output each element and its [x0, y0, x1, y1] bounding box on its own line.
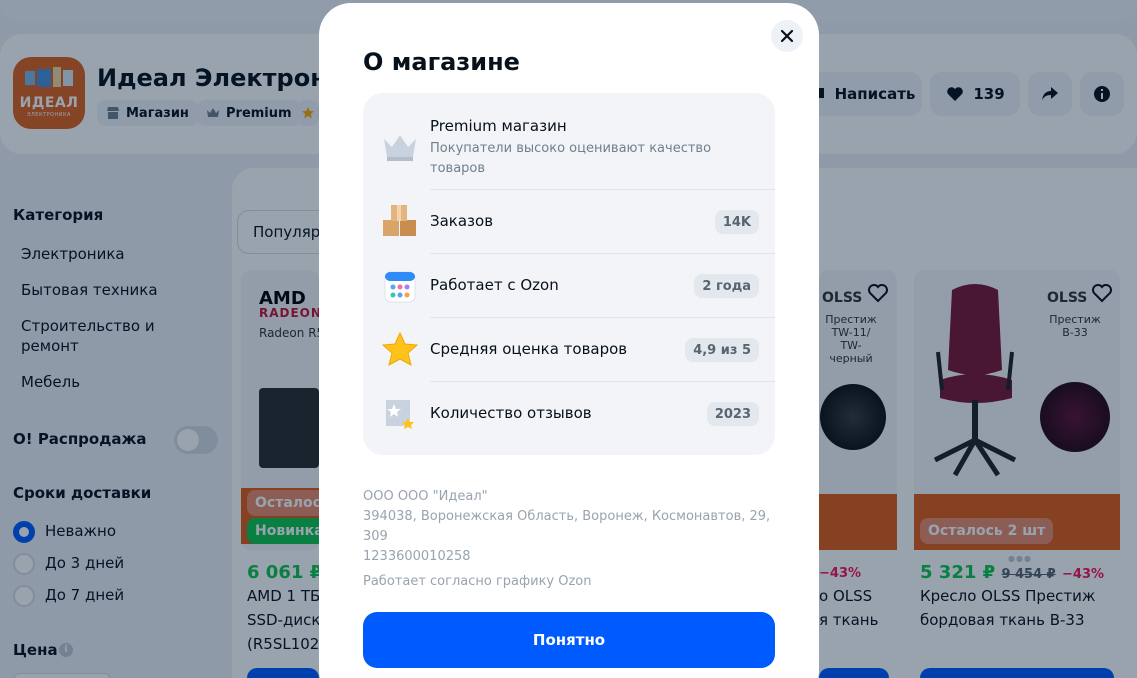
modal-title: О магазине: [363, 48, 520, 76]
legal-company: ООО ООО "Идеал": [363, 489, 488, 504]
boxes-icon: [383, 205, 416, 236]
crown-icon: [384, 135, 416, 161]
about-shop-modal: О магазине Premium магазин Покупатели вы…: [319, 3, 819, 678]
info-row-subtext: Покупатели высоко оценивают качество тов…: [430, 141, 712, 176]
shop-info-card: Premium магазин Покупатели высоко оценив…: [363, 93, 775, 455]
info-row-value: 2 года: [694, 274, 759, 298]
close-button[interactable]: [771, 20, 803, 52]
review-icon: [386, 400, 414, 429]
info-row-value: 14K: [714, 210, 759, 234]
star-icon: [381, 331, 419, 366]
calendar-icon: [384, 271, 416, 303]
understood-button[interactable]: Понятно: [363, 612, 775, 668]
info-row-label: Работает с Ozon: [430, 276, 559, 294]
info-row-value: 2023: [706, 402, 759, 426]
info-row-label: Количество отзывов: [430, 404, 592, 422]
info-row-label: Premium магазин: [430, 117, 567, 135]
legal-ogrn: 1233600010258: [363, 549, 471, 564]
info-row-orders: Заказов 14K: [363, 190, 775, 254]
info-row-reviews: Количество отзывов 2023: [363, 382, 775, 446]
info-row-rating: Средняя оценка товаров 4,9 из 5: [363, 318, 775, 382]
info-row-label: Заказов: [430, 212, 494, 230]
info-row-label: Средняя оценка товаров: [430, 340, 628, 358]
info-row-tenure: Работает с Ozon 2 года: [363, 254, 775, 318]
close-icon: [780, 29, 794, 43]
info-row-value: 4,9 из 5: [685, 338, 759, 362]
legal-schedule: Работает согласно графику Ozon: [363, 574, 592, 589]
info-row-premium: Premium магазин Покупатели высоко оценив…: [363, 93, 775, 190]
legal-address: 394038, Воронежская Область, Воронеж, Ко…: [363, 509, 771, 544]
